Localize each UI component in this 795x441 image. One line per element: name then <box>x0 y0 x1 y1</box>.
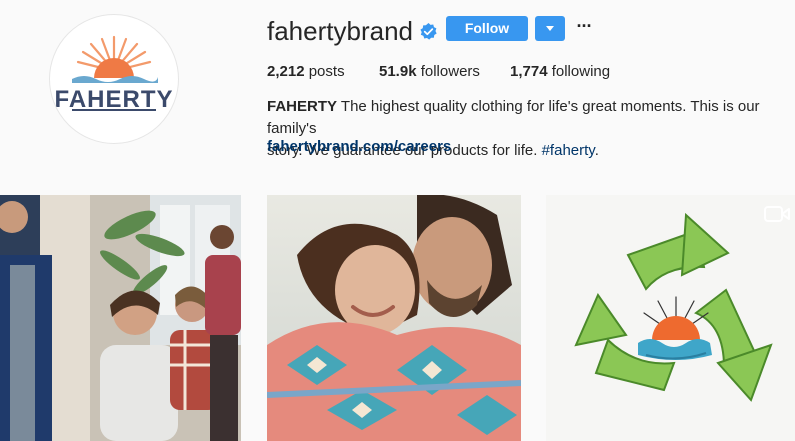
couple-in-blanket-photo <box>267 195 521 441</box>
username-row: fahertybrand <box>267 15 437 47</box>
recycle-sun-illustration <box>546 195 795 441</box>
followers-count: 51.9k <box>379 63 417 80</box>
video-camera-icon <box>764 206 790 222</box>
bio-name: FAHERTY <box>267 98 338 115</box>
following-label: following <box>551 63 611 80</box>
profile-avatar[interactable]: FAHERTY <box>49 14 179 144</box>
sun-logo-icon <box>72 35 158 111</box>
follow-button[interactable]: Follow <box>446 16 528 41</box>
group-of-people-photo <box>0 195 241 441</box>
followers-stat[interactable]: 51.9k followers <box>379 63 480 80</box>
following-count: 1,774 <box>510 63 548 80</box>
posts-label: posts <box>308 63 345 80</box>
website-link[interactable]: fahertybrand.com/careers <box>267 138 451 155</box>
following-stat[interactable]: 1,774 following <box>510 63 610 80</box>
post-thumbnail-2[interactable] <box>267 195 521 441</box>
bio-text-line1: The highest quality clothing for life's … <box>267 98 760 137</box>
post-thumbnail-3[interactable] <box>546 195 795 441</box>
verified-badge-icon <box>420 22 437 40</box>
username: fahertybrand <box>267 16 413 46</box>
followers-label: followers <box>420 63 480 80</box>
brand-logo-text: FAHERTY <box>54 86 174 113</box>
post-thumbnail-1[interactable] <box>0 195 241 441</box>
bio-hashtag-link[interactable]: #faherty <box>542 142 595 159</box>
posts-count: 2,212 <box>267 63 305 80</box>
chevron-down-icon <box>546 26 554 31</box>
bio-period: . <box>594 142 599 159</box>
more-options-button[interactable]: ··· <box>573 14 595 39</box>
suggestions-dropdown-button[interactable] <box>535 16 565 41</box>
posts-stat: 2,212 posts <box>267 63 345 80</box>
